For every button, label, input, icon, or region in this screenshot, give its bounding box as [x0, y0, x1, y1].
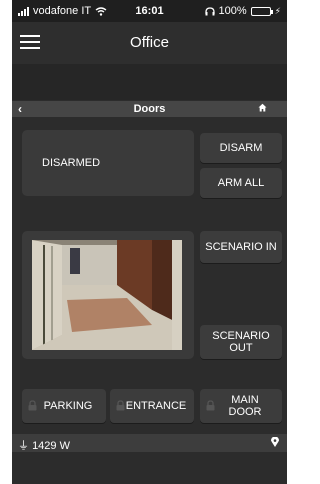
section-header: ‹ Doors [12, 101, 287, 117]
disarm-button[interactable]: DISARM [200, 133, 282, 163]
battery-percent: 100% [218, 5, 247, 17]
door-button-parking[interactable]: PARKING [22, 389, 106, 423]
alarm-status-panel: DISARMED [22, 130, 194, 196]
door-label: ENTRANCE [125, 400, 187, 412]
camera-panel [22, 231, 194, 359]
charging-icon: ⚡ [274, 5, 281, 16]
phone-screen: vodafone IT 16:01 100% ⚡ Office ‹ Doors … [12, 0, 287, 484]
status-bar: vodafone IT 16:01 100% ⚡ [12, 0, 287, 22]
lock-icon [206, 400, 215, 411]
power-footer: ⏚ 1429 W [12, 434, 287, 452]
door-label: MAIN DOOR [228, 394, 262, 418]
lock-icon [28, 400, 37, 411]
headphones-icon [204, 6, 215, 15]
section-title: Doors [133, 103, 166, 115]
alarm-status-text: DISARMED [42, 157, 101, 169]
door-button-main-door[interactable]: MAIN DOOR [200, 389, 282, 423]
scenario-in-button[interactable]: SCENARIO IN [200, 231, 282, 263]
door-label: PARKING [43, 400, 93, 412]
arm-all-button[interactable]: ARM ALL [200, 168, 282, 198]
location-pin-icon[interactable] [271, 436, 279, 450]
app-header: Office [12, 22, 287, 64]
home-icon[interactable] [258, 103, 267, 115]
plug-icon: ⏚ [18, 440, 29, 452]
battery-icon [250, 6, 273, 16]
power-reading: 1429 W [32, 440, 70, 452]
door-button-entrance[interactable]: ENTRANCE [110, 389, 194, 423]
scenario-out-button[interactable]: SCENARIO OUT [200, 325, 282, 359]
camera-feed-image[interactable] [32, 240, 182, 350]
page-title: Office [130, 34, 169, 51]
header-spacer [12, 64, 287, 100]
lock-icon [116, 400, 125, 411]
